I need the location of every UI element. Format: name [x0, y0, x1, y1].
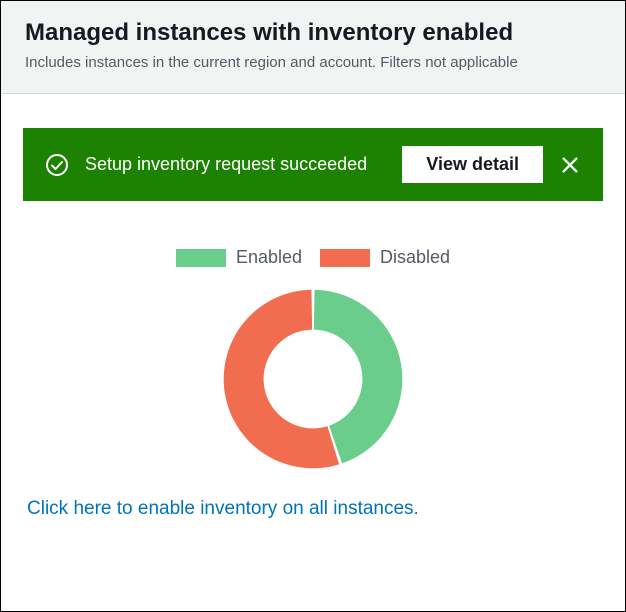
success-check-icon	[45, 153, 69, 177]
chart-legend: Enabled Disabled	[176, 247, 450, 268]
panel-header: Managed instances with inventory enabled…	[1, 1, 625, 94]
donut-chart	[218, 284, 408, 474]
page-subtitle: Includes instances in the current region…	[25, 53, 601, 73]
legend-swatch-disabled	[320, 249, 370, 267]
page-title: Managed instances with inventory enabled	[25, 19, 601, 47]
inventory-panel: Managed instances with inventory enabled…	[0, 0, 626, 612]
legend-item-enabled: Enabled	[176, 247, 302, 268]
panel-content: Setup inventory request succeeded View d…	[1, 94, 625, 611]
chart-area: Enabled Disabled	[23, 247, 603, 474]
view-detail-button[interactable]: View detail	[402, 146, 543, 183]
enable-all-link[interactable]: Click here to enable inventory on all in…	[23, 498, 603, 520]
legend-label-disabled: Disabled	[380, 247, 450, 268]
legend-swatch-enabled	[176, 249, 226, 267]
success-alert: Setup inventory request succeeded View d…	[23, 128, 603, 201]
legend-label-enabled: Enabled	[236, 247, 302, 268]
alert-message: Setup inventory request succeeded	[85, 152, 386, 177]
close-icon[interactable]	[559, 154, 581, 176]
legend-item-disabled: Disabled	[320, 247, 450, 268]
